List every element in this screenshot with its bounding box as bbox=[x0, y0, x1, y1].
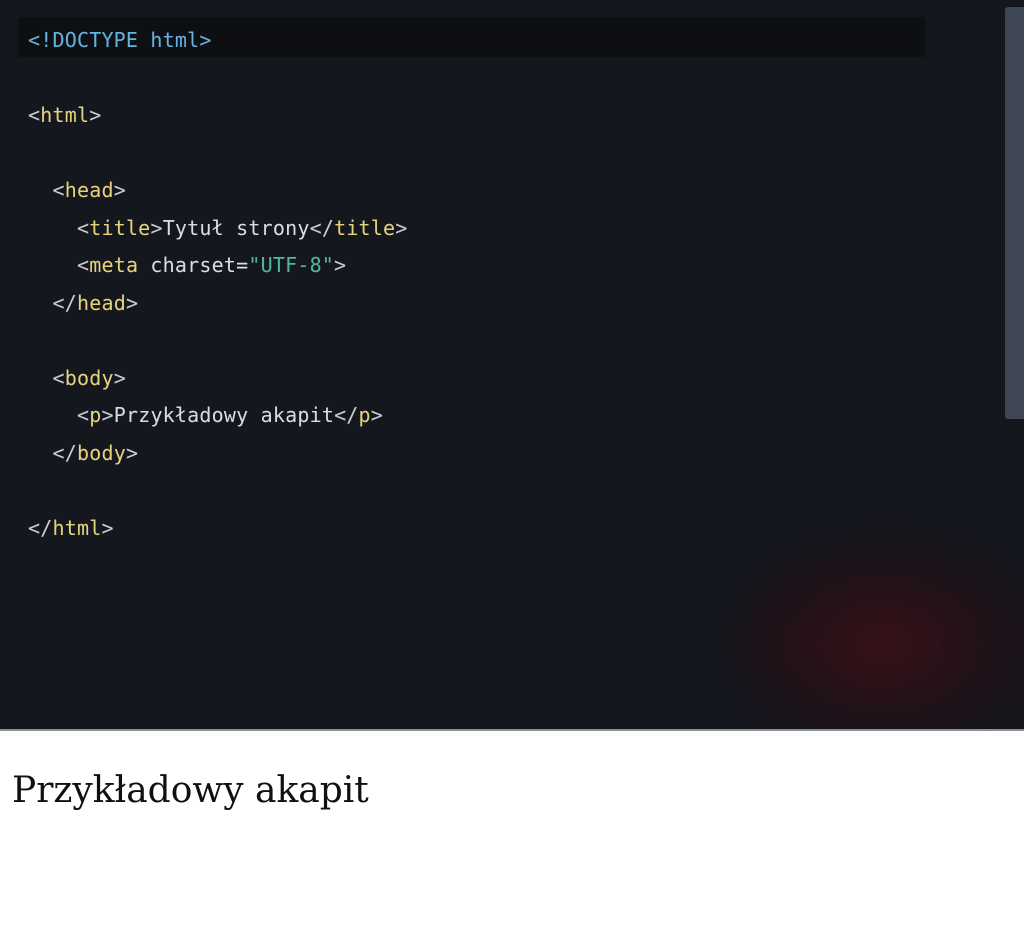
code-token-tag: body bbox=[64, 365, 114, 390]
code-token-punct: > bbox=[101, 515, 114, 540]
code-token-punct: < bbox=[76, 215, 90, 240]
code-token-attr: charset= bbox=[138, 253, 249, 277]
code-line: <!DOCTYPE html> bbox=[0, 22, 408, 60]
code-line: </html> bbox=[0, 510, 408, 548]
code-editor-pane: <!DOCTYPE html> <html> <head> <title>Tyt… bbox=[0, 0, 1024, 729]
code-token-punct: > bbox=[125, 440, 139, 465]
code-token-punct: > bbox=[101, 403, 114, 427]
code-token-punct: > bbox=[370, 403, 384, 427]
html-source-code[interactable]: <!DOCTYPE html> <html> <head> <title>Tyt… bbox=[0, 0, 408, 547]
code-token-punct: > bbox=[125, 290, 139, 315]
code-token-punct: </ bbox=[52, 290, 77, 315]
code-token-punct: < bbox=[52, 365, 65, 390]
code-token-doctype: <!DOCTYPE html> bbox=[28, 28, 212, 52]
code-token-tag: p bbox=[358, 403, 371, 427]
code-line: </head> bbox=[0, 285, 408, 323]
code-token-punct: </ bbox=[52, 440, 77, 465]
code-line: <html> bbox=[0, 97, 408, 135]
code-token-punct: < bbox=[52, 178, 65, 202]
code-token-tag: title bbox=[334, 215, 396, 240]
code-line: <title>Tytuł strony</title> bbox=[0, 210, 408, 248]
code-token-tag: meta bbox=[89, 253, 139, 277]
vertical-scrollbar[interactable] bbox=[978, 0, 1024, 729]
scrollbar-thumb[interactable] bbox=[1005, 7, 1024, 419]
code-token-punct: </ bbox=[334, 403, 359, 427]
code-token-punct: > bbox=[395, 215, 408, 240]
screenshot-root: <!DOCTYPE html> <html> <head> <title>Tyt… bbox=[0, 0, 1024, 925]
code-token-tag: html bbox=[52, 515, 102, 540]
code-token-text: Tytuł strony bbox=[162, 215, 310, 240]
code-line: <head> bbox=[0, 172, 408, 210]
code-token-punct: < bbox=[76, 403, 90, 427]
code-token-tag: body bbox=[76, 440, 126, 465]
code-token-tag: p bbox=[89, 403, 102, 427]
code-token-punct: > bbox=[150, 215, 163, 240]
code-token-punct: > bbox=[113, 365, 126, 390]
code-token-tag: title bbox=[89, 215, 151, 240]
code-token-string: "UTF-8" bbox=[248, 253, 335, 277]
code-line: <body> bbox=[0, 360, 408, 398]
rendered-output-pane: Przykładowy akapit bbox=[0, 731, 1024, 925]
code-line: <meta charset="UTF-8"> bbox=[0, 247, 408, 285]
code-token-punct: < bbox=[28, 103, 41, 127]
code-token-punct: </ bbox=[28, 515, 53, 540]
code-token-tag: head bbox=[76, 290, 126, 315]
code-token-punct: </ bbox=[309, 215, 335, 240]
code-line: </body> bbox=[0, 435, 408, 473]
code-token-tag: html bbox=[40, 103, 90, 127]
code-token-text: Przykładowy akapit bbox=[113, 403, 335, 427]
code-token-tag: head bbox=[64, 178, 114, 202]
rendered-paragraph: Przykładowy akapit bbox=[12, 770, 369, 811]
code-token-punct: < bbox=[76, 253, 90, 277]
code-token-punct: > bbox=[89, 103, 102, 127]
code-token-punct: > bbox=[113, 178, 126, 202]
code-scroll-area[interactable]: <!DOCTYPE html> <html> <head> <title>Tyt… bbox=[0, 0, 1024, 729]
code-line: <p>Przykładowy akapit</p> bbox=[0, 397, 408, 435]
code-token-punct: > bbox=[334, 253, 347, 277]
